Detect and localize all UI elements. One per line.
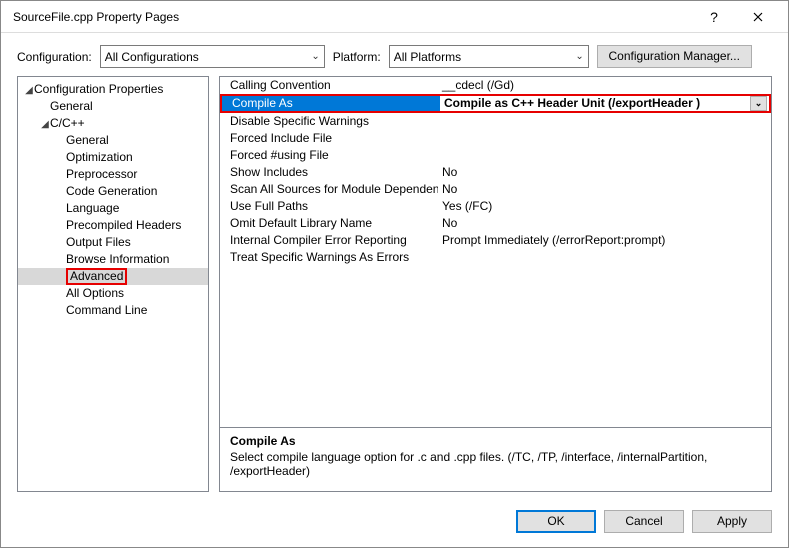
ok-button[interactable]: OK: [516, 510, 596, 533]
tree-node-cpp[interactable]: ◢C/C++: [18, 115, 208, 132]
property-value[interactable]: [438, 113, 771, 130]
tree-node-browse-information[interactable]: Browse Information: [18, 251, 208, 268]
description-panel: Compile As Select compile language optio…: [219, 428, 772, 492]
property-value[interactable]: Yes (/FC): [438, 198, 771, 215]
tree-node-optimization[interactable]: Optimization: [18, 149, 208, 166]
tree-node-preprocessor[interactable]: Preprocessor: [18, 166, 208, 183]
property-value[interactable]: __cdecl (/Gd): [438, 77, 771, 94]
description-text: Select compile language option for .c an…: [230, 450, 761, 478]
property-value[interactable]: No: [438, 215, 771, 232]
property-name: Treat Specific Warnings As Errors: [220, 249, 438, 266]
dialog-window: SourceFile.cpp Property Pages ? Configur…: [0, 0, 789, 548]
grid-row[interactable]: Use Full PathsYes (/FC): [220, 198, 771, 215]
tree-node-general[interactable]: General: [18, 98, 208, 115]
chevron-down-icon: ⌄: [575, 51, 583, 62]
chevron-down-icon: ⌄: [311, 51, 319, 62]
platform-label: Platform:: [333, 50, 381, 64]
grid-row[interactable]: Forced #using File: [220, 147, 771, 164]
tree-node-label: Advanced: [66, 268, 127, 285]
property-grid[interactable]: Calling Convention__cdecl (/Gd)Compile A…: [219, 76, 772, 428]
close-icon: [753, 12, 763, 22]
tree-node-all-options[interactable]: All Options: [18, 285, 208, 302]
grid-row[interactable]: Compile AsCompile as C++ Header Unit (/e…: [220, 94, 771, 113]
property-value[interactable]: [438, 249, 771, 266]
property-name: Internal Compiler Error Reporting: [220, 232, 438, 249]
property-name: Show Includes: [220, 164, 438, 181]
configuration-label: Configuration:: [17, 50, 92, 64]
tree-node-command-line[interactable]: Command Line: [18, 302, 208, 319]
config-row: Configuration: All Configurations ⌄ Plat…: [1, 33, 788, 76]
tree-node-output-files[interactable]: Output Files: [18, 234, 208, 251]
right-column: Calling Convention__cdecl (/Gd)Compile A…: [219, 76, 772, 492]
property-name: Forced #using File: [220, 147, 438, 164]
window-title: SourceFile.cpp Property Pages: [9, 10, 692, 24]
property-value[interactable]: [438, 147, 771, 164]
platform-value: All Platforms: [394, 50, 461, 64]
titlebar: SourceFile.cpp Property Pages ?: [1, 1, 788, 33]
tree-node-code-generation[interactable]: Code Generation: [18, 183, 208, 200]
grid-row[interactable]: Forced Include File: [220, 130, 771, 147]
dropdown-button[interactable]: ⌄: [750, 96, 767, 111]
grid-row[interactable]: Internal Compiler Error ReportingPrompt …: [220, 232, 771, 249]
property-name: Calling Convention: [220, 77, 438, 94]
platform-combo[interactable]: All Platforms ⌄: [389, 45, 589, 68]
grid-row[interactable]: Scan All Sources for Module Dependencies…: [220, 181, 771, 198]
apply-button[interactable]: Apply: [692, 510, 772, 533]
grid-row[interactable]: Disable Specific Warnings: [220, 113, 771, 130]
help-button[interactable]: ?: [692, 2, 736, 32]
body: ◢Configuration Properties General ◢C/C++…: [1, 76, 788, 500]
property-name: Scan All Sources for Module Dependencies: [220, 181, 438, 198]
tree-node-language[interactable]: Language: [18, 200, 208, 217]
property-name: Forced Include File: [220, 130, 438, 147]
grid-row[interactable]: Calling Convention__cdecl (/Gd): [220, 77, 771, 94]
configuration-combo[interactable]: All Configurations ⌄: [100, 45, 325, 68]
tree-node-advanced[interactable]: Advanced: [18, 268, 208, 285]
nav-tree[interactable]: ◢Configuration Properties General ◢C/C++…: [17, 76, 209, 492]
grid-row[interactable]: Show IncludesNo: [220, 164, 771, 181]
description-title: Compile As: [230, 434, 761, 448]
expand-icon: ◢: [24, 82, 34, 99]
property-name: Omit Default Library Name: [220, 215, 438, 232]
configuration-manager-button[interactable]: Configuration Manager...: [597, 45, 752, 68]
footer: OK Cancel Apply: [1, 500, 788, 547]
property-name: Compile As: [222, 96, 440, 111]
property-value[interactable]: No: [438, 164, 771, 181]
property-name: Use Full Paths: [220, 198, 438, 215]
close-button[interactable]: [736, 2, 780, 32]
property-value[interactable]: Prompt Immediately (/errorReport:prompt): [438, 232, 771, 249]
property-value[interactable]: [438, 130, 771, 147]
expand-icon: ◢: [40, 116, 50, 133]
configuration-value: All Configurations: [105, 50, 199, 64]
tree-node-precompiled-headers[interactable]: Precompiled Headers: [18, 217, 208, 234]
grid-row[interactable]: Treat Specific Warnings As Errors: [220, 249, 771, 266]
tree-node-general[interactable]: General: [18, 132, 208, 149]
tree-node-root[interactable]: ◢Configuration Properties: [18, 81, 208, 98]
property-value[interactable]: No: [438, 181, 771, 198]
property-value[interactable]: Compile as C++ Header Unit (/exportHeade…: [440, 96, 769, 111]
property-name: Disable Specific Warnings: [220, 113, 438, 130]
grid-row[interactable]: Omit Default Library NameNo: [220, 215, 771, 232]
cancel-button[interactable]: Cancel: [604, 510, 684, 533]
